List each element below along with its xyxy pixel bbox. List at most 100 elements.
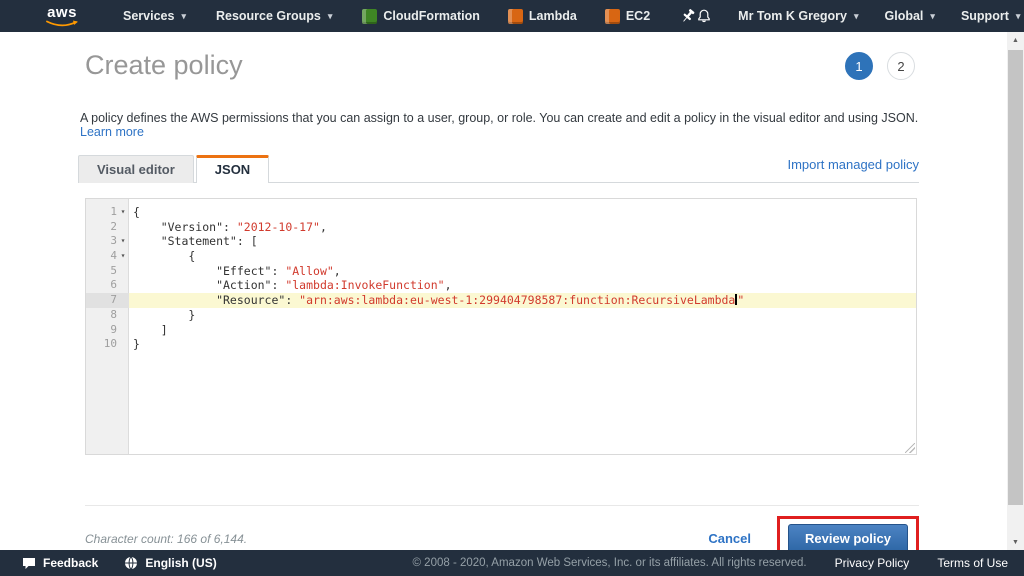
main-content: Create policy 12 A policy defines the AW… bbox=[0, 32, 1007, 550]
chevron-down-icon: ▾ bbox=[1016, 11, 1021, 22]
nav-menu-services[interactable]: Services▾ bbox=[123, 9, 186, 23]
code-token: , bbox=[320, 220, 327, 234]
code-string-token: "2012-10-17" bbox=[237, 220, 320, 234]
nav-shortcut-cloudformation[interactable]: CloudFormation bbox=[362, 9, 480, 24]
feedback-button[interactable]: Feedback bbox=[22, 556, 98, 570]
top-navigation-bar: aws Services▾ Resource Groups▾ CloudForma… bbox=[0, 0, 1024, 32]
fold-caret-icon bbox=[117, 278, 129, 293]
notifications-bell-icon[interactable] bbox=[696, 8, 712, 24]
code-token: "Action": bbox=[133, 278, 285, 292]
fold-caret-icon bbox=[117, 323, 129, 338]
line-gutter: 3▾ bbox=[86, 234, 129, 249]
line-gutter: 9 bbox=[86, 323, 129, 338]
copyright-text: © 2008 - 2020, Amazon Web Services, Inc.… bbox=[413, 557, 807, 569]
line-number: 3 bbox=[110, 234, 117, 249]
code-token: , bbox=[334, 264, 341, 278]
terms-of-use-link[interactable]: Terms of Use bbox=[937, 556, 1008, 570]
ec2-service-icon bbox=[605, 9, 620, 24]
chevron-down-icon: ▾ bbox=[930, 11, 935, 22]
tab-visual-editor[interactable]: Visual editor bbox=[78, 155, 194, 183]
nav-menu-resource-groups[interactable]: Resource Groups▾ bbox=[216, 9, 332, 23]
json-policy-editor[interactable]: 1▾{2 "Version": "2012-10-17",3▾ "Stateme… bbox=[85, 198, 917, 455]
code-line: 3▾ "Statement": [ bbox=[86, 234, 916, 249]
wizard-step-indicator: 12 bbox=[845, 52, 915, 80]
code-token: "Resource": bbox=[133, 293, 299, 307]
code-token: , bbox=[445, 278, 452, 292]
line-gutter: 10 bbox=[86, 337, 129, 352]
fold-caret-icon[interactable]: ▾ bbox=[117, 205, 129, 220]
code-text: "Effect": "Allow", bbox=[129, 264, 916, 279]
learn-more-link[interactable]: Learn more bbox=[80, 125, 144, 139]
code-token: { bbox=[133, 205, 140, 219]
editor-resize-handle[interactable] bbox=[905, 443, 915, 453]
line-number: 10 bbox=[104, 337, 117, 352]
user-account-menu[interactable]: Mr Tom K Gregory ▾ bbox=[738, 9, 858, 23]
speech-bubble-icon bbox=[22, 557, 36, 570]
policy-description-text: A policy defines the AWS permissions tha… bbox=[80, 111, 919, 139]
user-name-label: Mr Tom K Gregory bbox=[738, 9, 847, 23]
code-string-token: " bbox=[737, 293, 744, 307]
footer-right-group: © 2008 - 2020, Amazon Web Services, Inc.… bbox=[413, 556, 1024, 570]
fold-caret-icon[interactable]: ▾ bbox=[117, 249, 129, 264]
line-gutter: 4▾ bbox=[86, 249, 129, 264]
scrollbar-thumb[interactable] bbox=[1008, 50, 1023, 505]
nav-menus: Services▾ Resource Groups▾ bbox=[123, 9, 332, 23]
aws-logo[interactable]: aws bbox=[45, 5, 79, 28]
nav-shortcut-label: CloudFormation bbox=[383, 9, 480, 23]
description-text: A policy defines the AWS permissions tha… bbox=[80, 111, 918, 125]
line-gutter: 6 bbox=[86, 278, 129, 293]
line-gutter: 8 bbox=[86, 308, 129, 323]
language-selector[interactable]: English (US) bbox=[124, 556, 216, 570]
line-number: 2 bbox=[110, 220, 117, 235]
privacy-policy-link[interactable]: Privacy Policy bbox=[835, 556, 910, 570]
code-token: "Effect": bbox=[133, 264, 285, 278]
code-string-token: "lambda:InvokeFunction" bbox=[285, 278, 444, 292]
footer-left-group: Feedback English (US) bbox=[0, 556, 217, 570]
nav-shortcut-ec2[interactable]: EC2 bbox=[605, 9, 650, 24]
lambda-service-icon bbox=[508, 9, 523, 24]
nav-shortcut-label: Lambda bbox=[529, 9, 577, 23]
nav-shortcut-lambda[interactable]: Lambda bbox=[508, 9, 577, 24]
code-line: 2 "Version": "2012-10-17", bbox=[86, 220, 916, 235]
code-line: 8 } bbox=[86, 308, 916, 323]
line-number: 4 bbox=[110, 249, 117, 264]
chevron-down-icon: ▾ bbox=[328, 11, 333, 22]
line-gutter: 7 bbox=[86, 293, 129, 308]
scrollbar-down-arrow-icon[interactable]: ▼ bbox=[1007, 534, 1024, 550]
fold-caret-icon bbox=[117, 337, 129, 352]
code-text: "Version": "2012-10-17", bbox=[129, 220, 916, 235]
aws-logo-text: aws bbox=[47, 5, 77, 20]
page-scrollbar[interactable]: ▲ ▼ bbox=[1007, 32, 1024, 550]
cancel-button[interactable]: Cancel bbox=[708, 531, 751, 546]
line-number: 7 bbox=[110, 293, 117, 308]
pin-icon[interactable] bbox=[680, 8, 696, 24]
fold-caret-icon bbox=[117, 293, 129, 308]
code-token: } bbox=[133, 308, 195, 322]
tab-json[interactable]: JSON bbox=[196, 155, 269, 183]
nav-right-group: Mr Tom K Gregory ▾ Global ▾ Support ▾ bbox=[696, 8, 1024, 24]
footer-bar: Feedback English (US) © 2008 - 2020, Ama… bbox=[0, 550, 1024, 576]
support-menu[interactable]: Support ▾ bbox=[961, 9, 1020, 23]
code-line: 5 "Effect": "Allow", bbox=[86, 264, 916, 279]
fold-caret-icon bbox=[117, 220, 129, 235]
line-gutter: 1▾ bbox=[86, 205, 129, 220]
code-line: 4▾ { bbox=[86, 249, 916, 264]
cloudformation-service-icon bbox=[362, 9, 377, 24]
scrollbar-up-arrow-icon[interactable]: ▲ bbox=[1007, 32, 1024, 48]
line-gutter: 5 bbox=[86, 264, 129, 279]
aws-smile-icon bbox=[45, 20, 79, 28]
globe-icon bbox=[124, 556, 138, 570]
code-text: { bbox=[129, 205, 916, 220]
code-token: } bbox=[133, 337, 140, 351]
code-text: "Resource": "arn:aws:lambda:eu-west-1:29… bbox=[129, 293, 916, 308]
fold-caret-icon[interactable]: ▾ bbox=[117, 234, 129, 249]
review-policy-button[interactable]: Review policy bbox=[788, 524, 908, 553]
code-text: "Statement": [ bbox=[129, 234, 916, 249]
line-number: 6 bbox=[110, 278, 117, 293]
tabs-group: Visual editorJSON bbox=[78, 154, 271, 182]
code-token: "Version": bbox=[133, 220, 237, 234]
region-menu[interactable]: Global ▾ bbox=[885, 9, 935, 23]
import-managed-policy-link[interactable]: Import managed policy bbox=[787, 157, 919, 172]
code-token: "Statement": [ bbox=[133, 234, 258, 248]
code-text: ] bbox=[129, 323, 916, 338]
